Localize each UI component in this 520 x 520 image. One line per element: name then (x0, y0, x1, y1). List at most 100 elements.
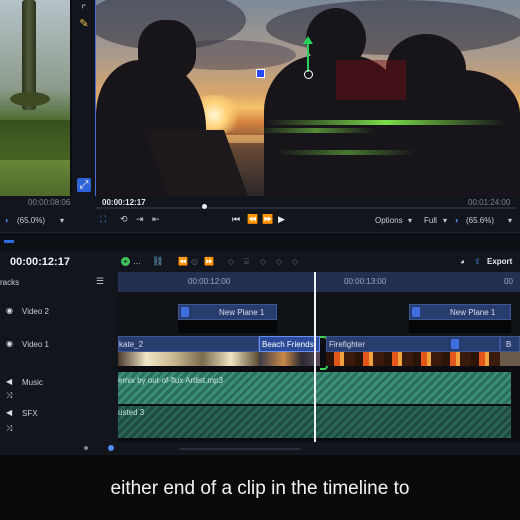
ground-shadow (0, 120, 70, 160)
grip-icon[interactable] (4, 240, 14, 243)
viewer-tool-strip: ⌜ ✎ ⤢ (72, 0, 96, 196)
add-icon[interactable]: + (121, 257, 130, 266)
speed-icon[interactable]: ◕ (460, 257, 465, 266)
more-icon[interactable]: … (133, 257, 141, 266)
expand-icon[interactable]: ⤨ (6, 424, 12, 434)
clip-thumbnail (500, 352, 520, 366)
zoom-icon[interactable]: ◐ (455, 216, 460, 225)
clip-thumbnail (259, 352, 320, 366)
timeline-clip[interactable]: New Plane 1 (409, 304, 511, 320)
playhead[interactable] (314, 272, 316, 442)
keyframe-icon[interactable]: ◇ (260, 257, 266, 266)
clip-thumbnail (118, 352, 259, 366)
mark-in-icon[interactable]: ⇥ (136, 214, 144, 225)
target-icon[interactable]: ◎ (191, 257, 198, 266)
cloud (266, 0, 520, 55)
track-name-video-1: Video 1 (22, 340, 49, 349)
clip-thumbnail (326, 352, 500, 366)
transform-guide (266, 120, 506, 125)
timeline-footer (0, 442, 520, 455)
transform-icon[interactable]: ⤢ (77, 178, 91, 192)
timeline-scrollbar[interactable] (180, 448, 300, 450)
speaker-icon[interactable]: ◀ (6, 377, 12, 386)
timeline-toolbar: 00:00:12:17 + … ⛓ ⏪ ◎ ⏩ ◇ ⌸ ◇ ◇ ◇ ◕ ⇪ Ex… (0, 252, 520, 272)
speaker-icon[interactable]: ◀ (6, 408, 12, 417)
clip-label: emix by out-of-flux Artlist.mp3 (118, 376, 223, 385)
clip-thumbnail (409, 320, 511, 333)
clip-label: Beach Friends (262, 340, 314, 349)
transform-guide (256, 128, 376, 133)
options-menu[interactable]: Options (375, 216, 403, 225)
subtitle-caption: either end of a clip in the timeline to (110, 478, 410, 499)
rotation-axis (307, 42, 309, 72)
clip-icon (181, 307, 189, 317)
export-button[interactable]: Export (487, 257, 512, 266)
clip-icon (412, 307, 420, 317)
tracks-label: racks (0, 278, 20, 287)
track-name-music: Music (22, 378, 43, 387)
prev-marker-icon[interactable]: ⏪ (178, 257, 188, 266)
panel-divider[interactable] (0, 232, 520, 253)
link-icon[interactable]: ⛓ (152, 256, 163, 267)
arrow-up-icon[interactable] (303, 36, 313, 44)
step-forward-icon[interactable]: ⏩ (262, 214, 273, 225)
pen-icon[interactable]: ✎ (77, 17, 91, 31)
clip-label: kate_2 (119, 340, 144, 349)
timeline-timecode: 00:00:12:17 (10, 256, 70, 268)
loop-icon[interactable]: ⟲ (120, 214, 128, 225)
timeline-clip-selected[interactable]: Beach Friends (259, 336, 320, 352)
chevron-down-icon[interactable]: ▾ (408, 216, 412, 225)
viewer-transport-row: ◐ (65.0%) ▾ ⛶ ⟲ ⇥ ⇤ ⏮ ⏪ ⏩ ▶ Options ▾ Fu… (0, 210, 520, 232)
zoom-out-dot[interactable] (84, 446, 88, 450)
upload-icon[interactable]: ⇪ (474, 257, 481, 266)
source-preview (0, 0, 70, 196)
split-icon[interactable]: ⌸ (244, 257, 249, 267)
scrub-head[interactable] (202, 204, 207, 209)
clip-thumbnail (178, 320, 277, 333)
clip-icon (451, 339, 459, 349)
eye-icon[interactable]: ◉ (6, 306, 13, 315)
timeline-clip[interactable]: Firefighter (326, 336, 500, 352)
viewer-zoom[interactable]: (65.6%) (466, 216, 494, 225)
fit-icon[interactable]: ⛶ (100, 214, 106, 225)
clip-label: B (506, 340, 512, 349)
eye-icon[interactable]: ◉ (6, 339, 13, 348)
scrub-bar[interactable] (96, 207, 516, 209)
chevron-down-icon[interactable]: ▾ (60, 216, 64, 225)
mark-out-icon[interactable]: ⇤ (152, 214, 160, 225)
source-zoom[interactable]: (65.0%) (17, 216, 45, 225)
main-viewer[interactable] (95, 0, 520, 197)
keyframe-icon[interactable]: ◇ (228, 257, 234, 266)
timeline-clip[interactable]: B (500, 336, 520, 352)
zoom-slider-handle[interactable] (108, 445, 114, 451)
transform-guide (276, 150, 416, 155)
track-headers: racks ☰ ◉ Video 2 ◉ Video 1 ◀ Music ⤨ ◀ … (0, 272, 118, 442)
crop-icon[interactable]: ⌜ (77, 3, 91, 17)
timeline-clip[interactable]: kate_2 (118, 336, 259, 352)
track-name-video-2: Video 2 (22, 307, 49, 316)
clip-label: usted 3 (118, 408, 145, 417)
scale-handle[interactable] (256, 69, 265, 78)
red-highlight (336, 60, 406, 100)
quality-menu[interactable]: Full (424, 216, 437, 225)
clip-label: New Plane 1 (219, 308, 265, 317)
zoom-icon[interactable]: ◐ (5, 216, 10, 225)
chevron-down-icon[interactable]: ▾ (443, 216, 447, 225)
play-icon[interactable]: ▶ (278, 214, 285, 225)
timeline-ruler[interactable]: 00:00:12:00 00:00:13:00 00 (118, 272, 520, 292)
step-back-icon[interactable]: ⏪ (247, 214, 258, 225)
skip-back-icon[interactable]: ⏮ (232, 214, 240, 225)
timeline-clip[interactable]: New Plane 1 (178, 304, 277, 320)
next-marker-icon[interactable]: ⏩ (204, 257, 214, 266)
end-timecode: 00:01:24:00 (468, 198, 511, 207)
viewer-timecode-row: 00:00:08:06 00:00:12:17 00:01:24:00 (0, 196, 520, 210)
menu-icon[interactable]: ☰ (96, 276, 104, 287)
expand-icon[interactable]: ⤨ (6, 391, 12, 401)
ruler-tick-label: 00:00:13:00 (344, 277, 387, 286)
anchor-point-handle[interactable] (304, 70, 313, 79)
ripple-icon[interactable]: ◇ (292, 257, 298, 266)
snap-icon[interactable]: ◇ (276, 257, 282, 266)
clip-label: Firefighter (329, 340, 366, 349)
chevron-down-icon[interactable]: ▾ (508, 216, 512, 225)
viewer-timecode: 00:00:12:17 (102, 198, 146, 207)
